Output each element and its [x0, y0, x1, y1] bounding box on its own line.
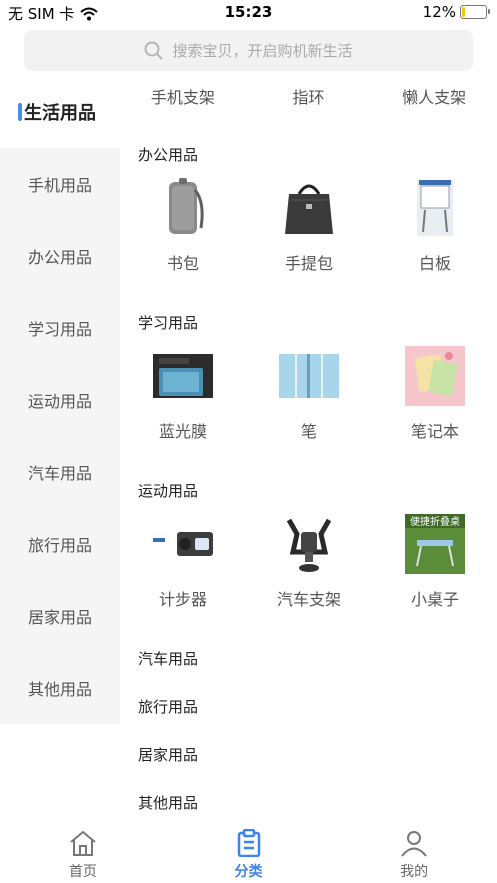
product-label: 笔记本 — [410, 422, 459, 441]
bottom-tab-bar: 首页 分类 我的 — [0, 825, 497, 883]
status-bar: 无 SIM 卡 15:23 12% — [0, 0, 497, 26]
table-banner-text: 便捷折叠桌 — [410, 515, 460, 528]
product-label: 白板 — [418, 254, 451, 273]
tab-profile[interactable]: 我的 — [331, 825, 497, 883]
sidebar-item-phone[interactable]: 手机用品 — [0, 148, 120, 220]
sidebar-item-office[interactable]: 办公用品 — [0, 220, 120, 292]
product-notebook[interactable]: 笔记本 — [372, 344, 497, 442]
tab-label: 首页 — [68, 864, 97, 880]
product-screen-film[interactable]: 蓝光膜 — [120, 344, 246, 442]
notebook-image — [405, 346, 465, 406]
clipboard-icon — [237, 829, 260, 857]
section-title-sports: 运动用品 — [138, 482, 199, 500]
section-title-office: 办公用品 — [138, 146, 199, 164]
section-title-travel[interactable]: 旅行用品 — [138, 696, 198, 717]
product-tote-bag[interactable]: 手提包 — [246, 176, 372, 274]
product-folding-table[interactable]: 便捷折叠桌 小桌子 — [372, 512, 497, 610]
sidebar-item-label: 其他用品 — [27, 680, 92, 699]
search-bar[interactable]: 搜索宝贝，开启购机新生活 — [24, 30, 473, 71]
sidebar-item-travel[interactable]: 旅行用品 — [0, 508, 120, 580]
tab-category[interactable]: 分类 — [166, 825, 332, 883]
pen-image — [279, 354, 339, 398]
product-pedometer[interactable]: 计步器 — [120, 512, 246, 610]
sidebar-item-sports[interactable]: 运动用品 — [0, 364, 120, 436]
top-subcategory-row: 手机支架 指环 懒人支架 — [120, 84, 497, 108]
screen-film-image — [153, 354, 213, 398]
sidebar-item-label: 运动用品 — [27, 392, 92, 411]
car-mount-image — [286, 518, 332, 572]
sidebar-item-label: 汽车用品 — [27, 464, 92, 483]
person-icon — [401, 831, 427, 857]
sidebar-item-daily-goods[interactable]: 生活用品 — [0, 76, 120, 148]
section-title-other[interactable]: 其他用品 — [138, 792, 198, 813]
product-label: 计步器 — [158, 590, 207, 609]
backpack-image — [169, 178, 204, 234]
product-label: 笔 — [300, 422, 317, 441]
sidebar-item-label: 居家用品 — [27, 608, 92, 627]
sidebar-item-home[interactable]: 居家用品 — [0, 580, 120, 652]
category-sidebar: 生活用品 手机用品 办公用品 学习用品 运动用品 汽车用品 旅行用品 居家用品 … — [0, 76, 120, 724]
folding-table-image: 便捷折叠桌 — [405, 514, 465, 574]
sidebar-item-label: 旅行用品 — [27, 536, 92, 555]
tab-label: 我的 — [400, 864, 429, 880]
product-label: 书包 — [166, 254, 199, 273]
section-title-car[interactable]: 汽车用品 — [138, 648, 198, 669]
sidebar-item-label: 手机用品 — [27, 176, 92, 195]
section-title-study: 学习用品 — [138, 314, 199, 332]
product-label: 小桌子 — [410, 590, 459, 609]
product-label: 手提包 — [284, 254, 333, 273]
product-whiteboard[interactable]: 白板 — [372, 176, 497, 274]
section-title-home[interactable]: 居家用品 — [138, 744, 198, 765]
tote-bag-image — [285, 184, 333, 234]
product-pen[interactable]: 笔 — [246, 344, 372, 442]
sidebar-item-study[interactable]: 学习用品 — [0, 292, 120, 364]
battery-icon — [460, 5, 490, 19]
tab-label: 分类 — [234, 864, 263, 880]
subcategory-ring[interactable]: 指环 — [246, 84, 372, 108]
pedometer-image — [153, 532, 213, 556]
active-indicator — [18, 103, 22, 121]
subcategory-phone-stand[interactable]: 手机支架 — [120, 84, 246, 108]
whiteboard-image — [417, 180, 453, 236]
home-icon — [70, 830, 96, 856]
product-label: 蓝光膜 — [158, 422, 207, 441]
sidebar-item-label: 生活用品 — [24, 103, 96, 124]
sidebar-item-car[interactable]: 汽车用品 — [0, 436, 120, 508]
search-icon — [144, 41, 164, 60]
battery-percent: 12% — [422, 3, 456, 21]
tab-home[interactable]: 首页 — [0, 825, 166, 883]
sidebar-item-other[interactable]: 其他用品 — [0, 652, 120, 724]
battery-level — [462, 7, 465, 17]
sidebar-item-label: 办公用品 — [27, 248, 92, 267]
product-backpack[interactable]: 书包 — [120, 176, 246, 274]
sidebar-item-label: 学习用品 — [27, 320, 92, 339]
search-placeholder: 搜索宝贝，开启购机新生活 — [172, 42, 353, 60]
subcategory-lazy-stand[interactable]: 懒人支架 — [371, 84, 497, 108]
product-car-mount[interactable]: 汽车支架 — [246, 512, 372, 610]
product-label: 汽车支架 — [276, 590, 341, 609]
